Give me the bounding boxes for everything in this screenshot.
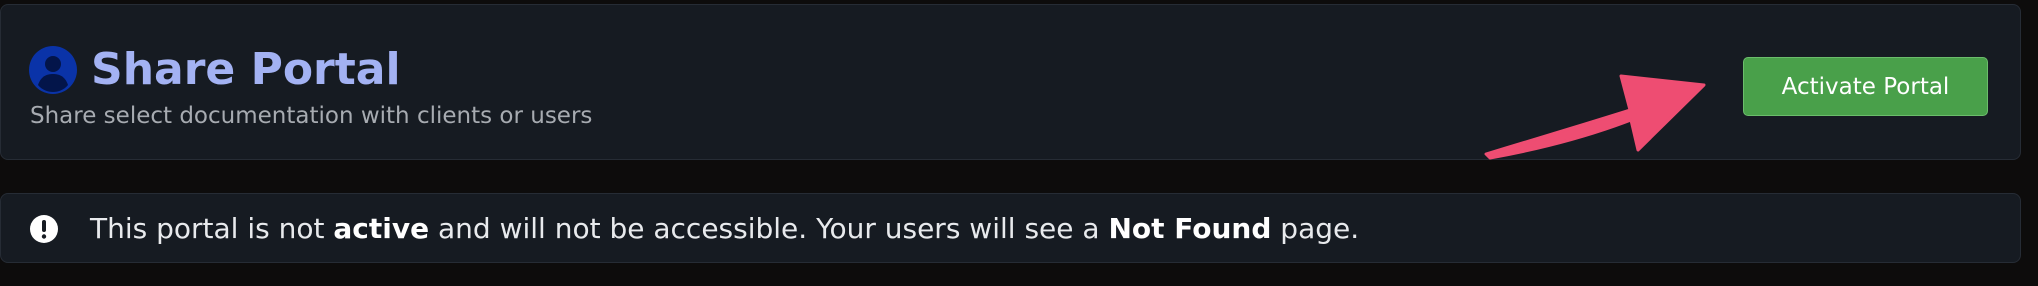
share-portal-page: Share Portal Share select documentation … <box>0 0 2038 286</box>
alert-message: This portal is not active and will not b… <box>90 211 1359 247</box>
user-avatar-icon <box>29 46 77 94</box>
activate-portal-button[interactable]: Activate Portal <box>1743 57 1988 116</box>
alert-text-part-1: This portal is not <box>90 212 334 245</box>
alert-text-part-2: and will not be accessible. Your users w… <box>429 212 1109 245</box>
alert-text-active: active <box>333 212 430 245</box>
annotation-arrow <box>1484 74 1706 160</box>
alert-text-not-found: Not Found <box>1108 212 1272 245</box>
title-row: Share Portal <box>29 39 401 101</box>
exclamation-circle-icon <box>30 215 58 243</box>
page-subtitle: Share select documentation with clients … <box>30 103 593 129</box>
inactive-portal-alert: This portal is not active and will not b… <box>0 193 2021 263</box>
page-title: Share Portal <box>91 44 401 95</box>
alert-text-part-3: page. <box>1271 212 1360 245</box>
